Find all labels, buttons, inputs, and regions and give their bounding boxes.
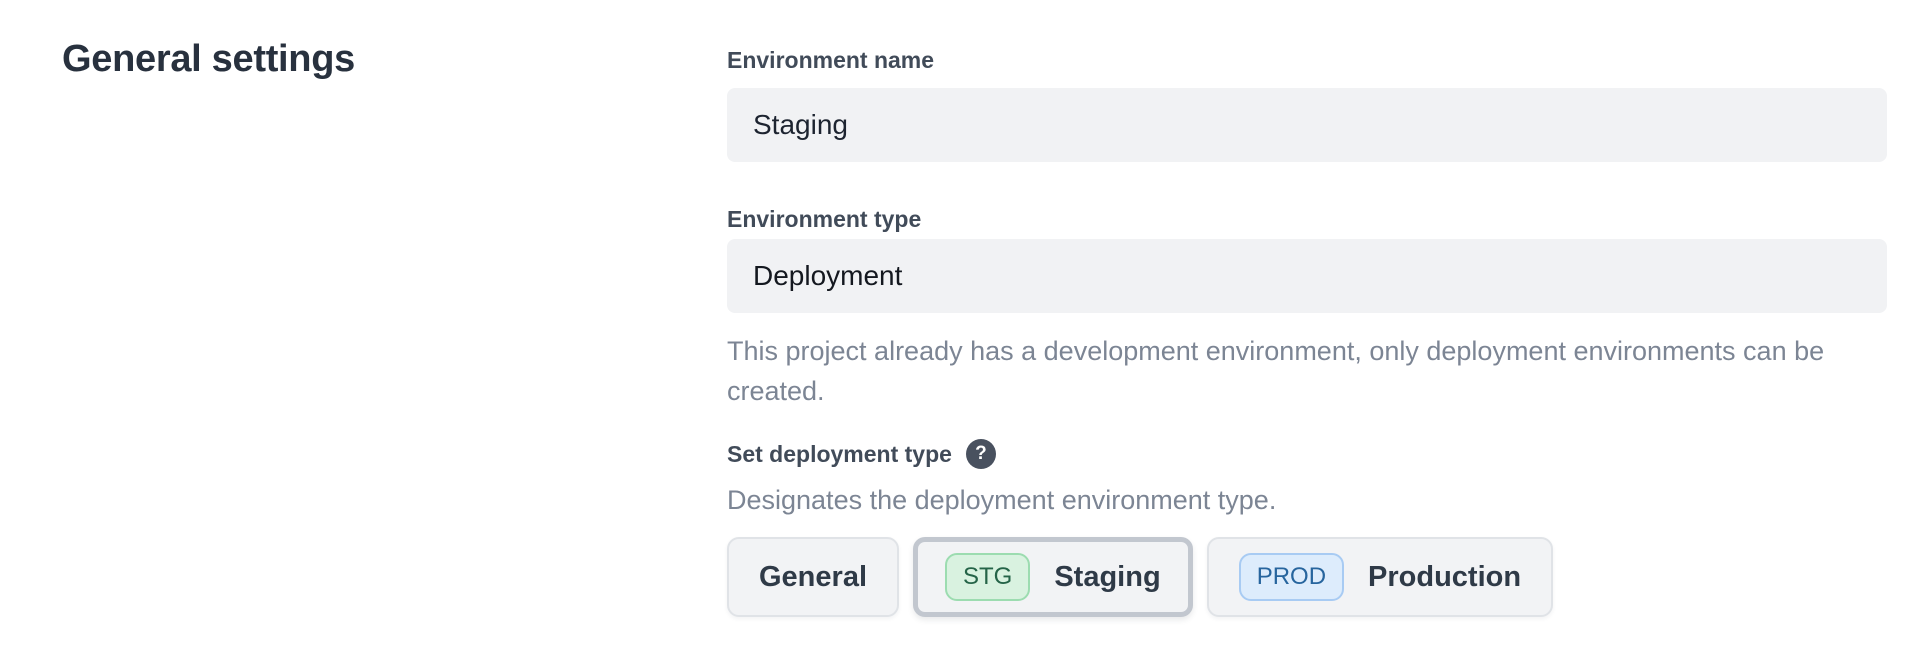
option-label: Staging: [1054, 561, 1160, 594]
page-title: General settings: [62, 38, 355, 81]
option-label: Production: [1368, 561, 1521, 594]
environment-type-label: Environment type: [727, 205, 921, 233]
option-label: General: [759, 561, 867, 594]
settings-page: General settings Environment name Enviro…: [0, 0, 1916, 652]
deployment-type-label-row: Set deployment type ?: [727, 439, 996, 469]
production-badge: PROD: [1239, 553, 1344, 601]
deployment-type-options: General STG Staging PROD Production: [727, 537, 1553, 617]
deployment-type-description: Designates the deployment environment ty…: [727, 483, 1276, 517]
deployment-type-option-staging[interactable]: STG Staging: [913, 537, 1193, 617]
deployment-type-label: Set deployment type: [727, 440, 952, 468]
deployment-type-option-general[interactable]: General: [727, 537, 899, 617]
question-mark-icon[interactable]: ?: [966, 439, 996, 469]
environment-settings-form: Environment name Environment type This p…: [727, 0, 1887, 617]
environment-name-input[interactable]: [727, 88, 1887, 162]
staging-badge: STG: [945, 553, 1030, 601]
environment-name-label: Environment name: [727, 46, 934, 74]
deployment-type-option-production[interactable]: PROD Production: [1207, 537, 1553, 617]
environment-type-help-text: This project already has a development e…: [727, 331, 1832, 411]
environment-type-input[interactable]: [727, 239, 1887, 313]
